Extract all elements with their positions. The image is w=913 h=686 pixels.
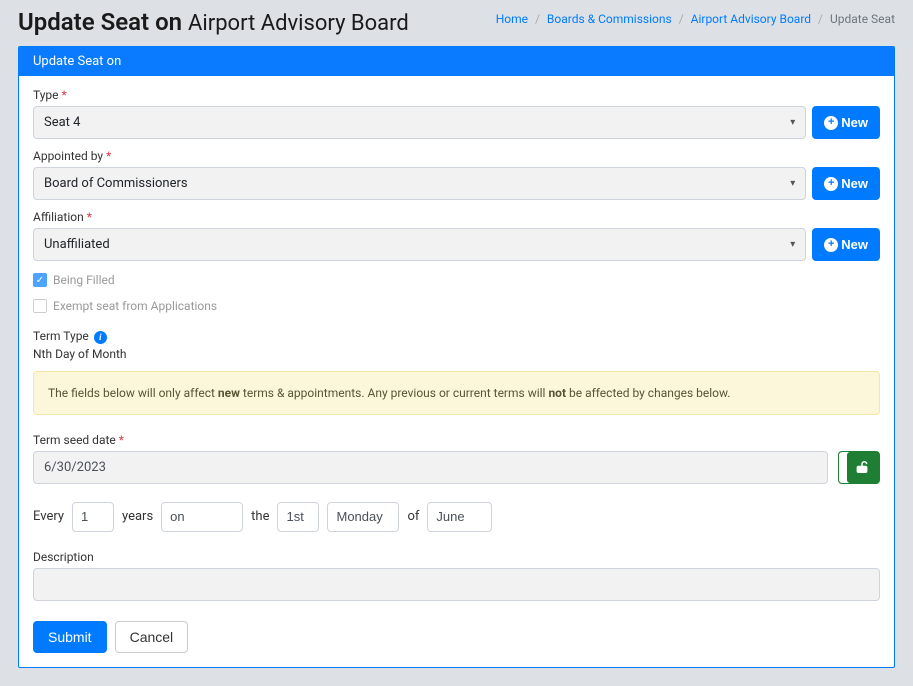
submit-button[interactable]: Submit: [33, 621, 107, 653]
warning-text: The fields below will only affect: [48, 386, 218, 400]
plus-icon: +: [824, 116, 838, 130]
seed-date-value: 6/30/2023: [44, 460, 106, 475]
warning-alert: The fields below will only affect new te…: [33, 371, 880, 415]
appointed-by-select[interactable]: Board of Commissioners ▾: [33, 167, 806, 200]
chevron-down-icon: ▾: [790, 239, 795, 250]
term-type-label: Term Type: [33, 329, 89, 343]
warning-text: terms & appointments. Any previous or cu…: [240, 386, 549, 400]
seed-date-input[interactable]: 6/30/2023: [33, 451, 828, 484]
unlock-button[interactable]: [838, 451, 880, 484]
new-label: New: [841, 176, 868, 191]
plus-icon: +: [824, 238, 838, 252]
appointed-by-label: Appointed by: [33, 149, 103, 163]
schedule-of-label: of: [407, 509, 419, 524]
description-label: Description: [33, 550, 94, 564]
breadcrumb-boards[interactable]: Boards & Commissions: [547, 12, 672, 26]
cancel-button[interactable]: Cancel: [115, 621, 189, 653]
type-new-button[interactable]: + New: [812, 106, 880, 139]
schedule-row: Every years the of: [33, 502, 880, 532]
affiliation-select[interactable]: Unaffiliated ▾: [33, 228, 806, 261]
title-prefix: Update Seat on: [18, 8, 188, 36]
warning-bold: not: [548, 386, 566, 400]
schedule-the-label: the: [251, 509, 269, 524]
chevron-down-icon: ▾: [790, 178, 795, 189]
affiliation-label: Affiliation: [33, 210, 84, 224]
exempt-checkbox[interactable]: [33, 299, 47, 313]
unlock-icon: [855, 460, 869, 474]
page-title: Update Seat on Airport Advisory Board: [18, 8, 409, 36]
breadcrumb-board-name[interactable]: Airport Advisory Board: [691, 12, 811, 26]
description-input[interactable]: [33, 568, 880, 601]
type-value: Seat 4: [44, 115, 80, 130]
being-filled-label: Being Filled: [53, 273, 115, 287]
schedule-years-label: years: [122, 509, 153, 524]
schedule-day-input[interactable]: [327, 502, 399, 532]
seed-date-label: Term seed date: [33, 433, 116, 447]
warning-bold: new: [218, 386, 240, 400]
update-seat-card: Update Seat on Type* Seat 4 ▾ + New: [18, 46, 895, 668]
schedule-month-input[interactable]: [427, 502, 492, 532]
type-select[interactable]: Seat 4 ▾: [33, 106, 806, 139]
appointed-by-value: Board of Commissioners: [44, 176, 188, 191]
chevron-down-icon: ▾: [790, 117, 795, 128]
required-indicator: *: [119, 433, 124, 447]
required-indicator: *: [106, 149, 111, 163]
affiliation-value: Unaffiliated: [44, 237, 110, 252]
breadcrumb-separator: /: [679, 12, 684, 26]
new-label: New: [841, 237, 868, 252]
schedule-nth-input[interactable]: [277, 502, 319, 532]
breadcrumb-home[interactable]: Home: [496, 12, 528, 26]
schedule-on-input[interactable]: [161, 502, 243, 532]
title-board-name: Airport Advisory Board: [188, 11, 409, 36]
breadcrumb-separator: /: [818, 12, 823, 26]
exempt-label: Exempt seat from Applications: [53, 299, 217, 313]
affiliation-new-button[interactable]: + New: [812, 228, 880, 261]
breadcrumb-separator: /: [535, 12, 540, 26]
required-indicator: *: [87, 210, 92, 224]
breadcrumb: Home / Boards & Commissions / Airport Ad…: [496, 8, 895, 26]
appointed-by-new-button[interactable]: + New: [812, 167, 880, 200]
plus-icon: +: [824, 177, 838, 191]
required-indicator: *: [62, 88, 67, 102]
info-icon[interactable]: i: [94, 331, 107, 344]
schedule-years-input[interactable]: [72, 502, 114, 532]
schedule-every-label: Every: [33, 509, 64, 524]
new-label: New: [841, 115, 868, 130]
card-header: Update Seat on: [19, 47, 894, 76]
warning-text: be affected by changes below.: [566, 386, 730, 400]
breadcrumb-current: Update Seat: [830, 12, 895, 26]
being-filled-checkbox[interactable]: ✓: [33, 273, 47, 287]
term-type-value: Nth Day of Month: [33, 347, 880, 361]
type-label: Type: [33, 88, 59, 102]
